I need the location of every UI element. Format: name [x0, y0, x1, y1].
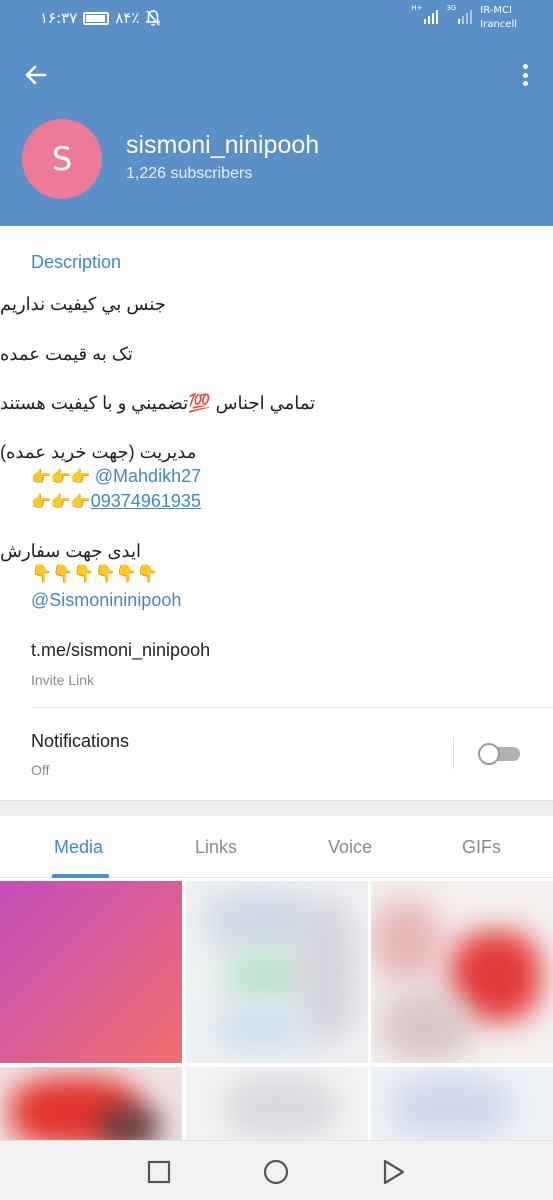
contact-handle-row: 👉👉👉 @Mahdikh27 — [31, 466, 201, 487]
arrow-left-icon — [25, 65, 47, 85]
contact-phone-link[interactable]: 09374961935 — [91, 491, 201, 512]
invite-link[interactable]: t.me/sismoni_ninipooh — [31, 640, 210, 661]
hundred-emoji: 💯 — [188, 393, 211, 413]
battery-icon — [83, 11, 110, 25]
circle-icon — [263, 1159, 289, 1185]
description-text: تضميني و با كيفيت هستند — [0, 393, 189, 413]
media-thumbnail[interactable] — [0, 881, 182, 1063]
media-thumbnail[interactable] — [186, 881, 368, 1063]
pointing-right-icon: 👉👉👉 — [31, 492, 91, 511]
tab-gifs[interactable]: GIFs — [462, 837, 501, 858]
system-navigation-bar — [0, 1140, 553, 1200]
description-text: تمامي اجناس — [210, 393, 316, 413]
dot — [522, 64, 528, 69]
description-text: جنس بي كيفيت نداريم — [0, 294, 166, 314]
description-line: ایدی جهت سفارش — [0, 541, 553, 562]
channel-info: Description جنس بي كيفيت نداريم تک به قی… — [0, 226, 553, 800]
back-button[interactable] — [18, 57, 54, 93]
back-nav-button[interactable] — [381, 1159, 407, 1185]
media-thumbnail[interactable] — [0, 1067, 182, 1140]
media-thumbnail[interactable] — [371, 881, 553, 1063]
pointing-right-icon: 👉👉👉 — [31, 467, 91, 486]
tab-voice[interactable]: Voice — [328, 837, 372, 858]
status-bar: ۱۶:۳۷ ۸۴٪ H+ 3G IR-MCI Irancell — [0, 0, 553, 37]
contact-handle-link[interactable]: @Mahdikh27 — [95, 466, 201, 487]
description-line: تک به قیمت عمده — [0, 344, 553, 365]
subscriber-count: 1,226 subscribers — [126, 165, 253, 182]
media-grid — [0, 881, 553, 1140]
active-tab-indicator — [52, 874, 109, 878]
channel-title: sismoni_ninipooh — [126, 131, 320, 159]
signal-icon — [424, 4, 439, 24]
divider — [31, 707, 553, 708]
home-button[interactable] — [263, 1159, 289, 1185]
description-line: تمامي اجناس 💯تضميني و با كيفيت هستند — [0, 393, 553, 414]
shared-media-tabs: Media Links Voice GIFs — [0, 816, 553, 878]
pointing-down-icon: 👇👇👇👇👇👇 — [31, 564, 159, 584]
carrier-1: IR-MCI — [480, 5, 512, 16]
media-thumbnail[interactable] — [186, 1067, 368, 1140]
avatar-letter: S — [51, 140, 73, 178]
order-handle-link[interactable]: @Sismonininipooh — [31, 590, 181, 611]
signal-icon — [458, 4, 473, 24]
triangle-back-icon — [383, 1159, 405, 1185]
more-menu-button[interactable] — [517, 61, 533, 89]
divider — [453, 737, 454, 769]
notifications-off-icon — [145, 10, 161, 26]
description-text: تک به قیمت عمده — [0, 344, 133, 364]
tab-links[interactable]: Links — [195, 837, 237, 858]
network-type-2: 3G — [446, 4, 457, 12]
dot — [522, 72, 528, 78]
tab-media[interactable]: Media — [54, 837, 103, 858]
description-text: مدیریت (جهت خرید عمده) — [0, 442, 197, 462]
toggle-knob — [478, 743, 500, 765]
notifications-value: Off — [31, 762, 50, 778]
status-right: H+ 3G IR-MCI Irancell — [411, 4, 517, 32]
network-type-1: H+ — [411, 4, 423, 12]
description-text: ایدی جهت سفارش — [0, 541, 141, 561]
status-left: ۱۶:۳۷ ۸۴٪ — [40, 9, 161, 27]
section-separator — [0, 800, 553, 816]
square-icon — [147, 1160, 171, 1184]
notifications-title[interactable]: Notifications — [31, 731, 129, 752]
avatar[interactable]: S — [22, 119, 102, 199]
carrier-2: Irancell — [480, 19, 517, 30]
description-line: جنس بي كيفيت نداريم — [0, 294, 553, 315]
channel-header: S sismoni_ninipooh 1,226 subscribers — [0, 37, 553, 226]
battery-percent: ۸۴٪ — [115, 9, 140, 27]
recent-apps-button[interactable] — [146, 1159, 172, 1185]
description-header: Description — [31, 252, 122, 272]
pointing-down-row: 👇👇👇👇👇👇 — [31, 564, 158, 584]
invite-link-label: Invite Link — [31, 672, 95, 688]
carrier: IR-MCI Irancell — [480, 4, 517, 32]
clock: ۱۶:۳۷ — [40, 9, 78, 27]
contact-phone-row: 👉👉👉 09374961935 — [31, 491, 201, 512]
dot — [522, 81, 528, 86]
notifications-toggle[interactable] — [478, 743, 520, 765]
description-line: مدیریت (جهت خرید عمده) — [0, 442, 553, 463]
media-thumbnail[interactable] — [371, 1067, 553, 1140]
